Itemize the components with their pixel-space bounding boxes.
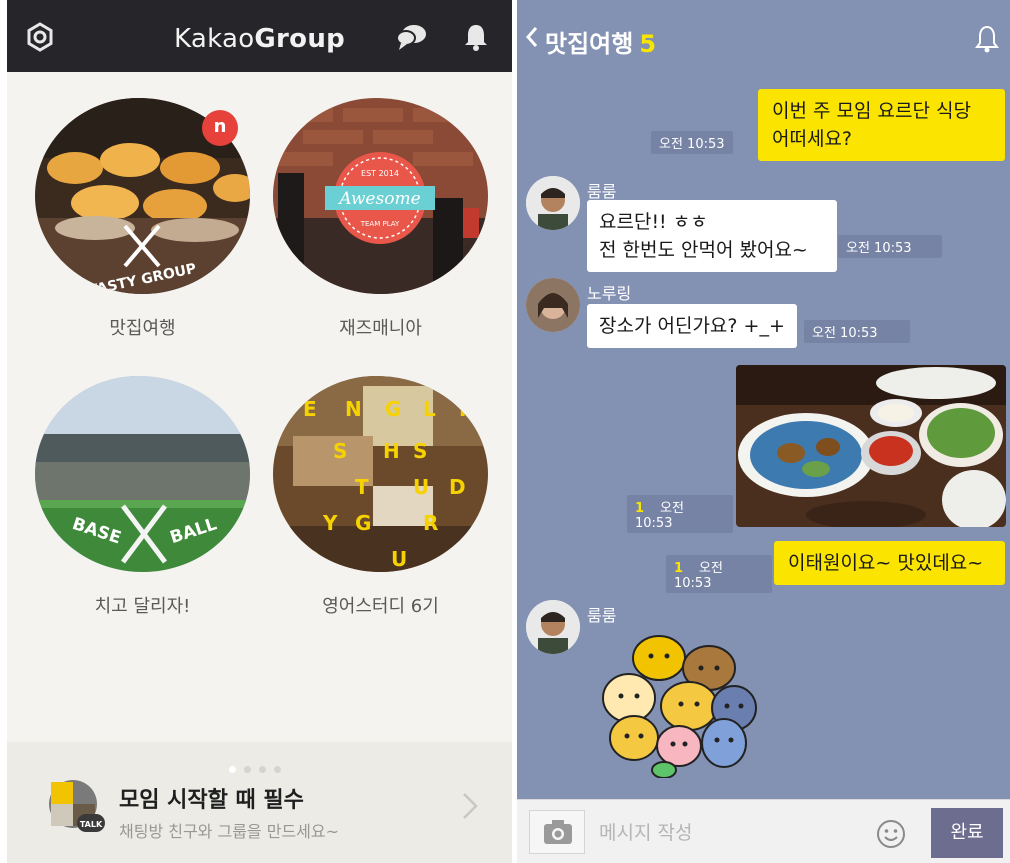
chat-header: 맛집여행 5 <box>517 0 1010 76</box>
emoji-icon[interactable] <box>875 818 907 850</box>
svg-text:EST 2014: EST 2014 <box>361 169 399 178</box>
message-time: 1 오전 10:53 <box>627 495 733 533</box>
chat-room-screen: 맛집여행 5 오전 10:53 이번 주 모임 요르단 식당 어떠세요? 룸룸 요… <box>517 0 1010 863</box>
sender-name: 룸룸 <box>587 606 617 625</box>
unread-count: 1 <box>635 501 645 516</box>
cover-letter: O <box>303 547 320 571</box>
cover-letter: D <box>449 475 466 499</box>
camera-icon <box>544 820 572 844</box>
chat-bubbles-icon[interactable] <box>395 20 429 54</box>
cover-letter: U <box>413 475 429 499</box>
group-list-screen: KakaoGroup TASTY GROUP 맛집여행 n EST 2014 A… <box>7 0 512 863</box>
group-card-english[interactable]: ENGLISHSTUDYGROUP 영어스터디 6기 <box>273 376 495 618</box>
my-message-bubble[interactable]: 이번 주 모임 요르단 식당 어떠세요? <box>758 89 1005 161</box>
cover-letter: G <box>385 397 401 421</box>
sender-name: 노루링 <box>587 284 632 303</box>
new-badge: n <box>202 110 238 146</box>
cover-letter: G <box>355 511 371 535</box>
back-arrow-icon[interactable] <box>523 24 541 50</box>
sender-name: 룸룸 <box>587 182 617 201</box>
cover-letter: S <box>413 439 427 463</box>
chat-title: 맛집여행 5 <box>545 30 657 58</box>
cover-letter: L <box>423 397 436 421</box>
chevron-right-icon[interactable] <box>459 790 481 822</box>
message-time: 오전 10:53 <box>838 235 942 258</box>
group-cover-image: ENGLISHSTUDYGROUP <box>273 376 488 572</box>
message-input[interactable] <box>599 818 849 848</box>
cover-letter: E <box>303 397 317 421</box>
group-label: 재즈매니아 <box>339 318 422 339</box>
sticker-image[interactable] <box>589 628 759 778</box>
avatar[interactable] <box>526 600 580 654</box>
app-header: KakaoGroup <box>7 0 512 72</box>
message-time: 오전 10:53 <box>804 320 910 343</box>
cover-letter: I <box>459 397 466 421</box>
member-count: 5 <box>639 30 657 58</box>
group-label: 맛집여행 <box>109 318 176 339</box>
cover-letter: Y <box>322 511 338 535</box>
bell-icon[interactable] <box>973 24 1001 54</box>
group-cover-image: BASE BALL <box>35 376 250 572</box>
app-title: KakaoGroup <box>173 24 346 54</box>
group-cover-image: EST 2014 Awesome TEAM PLAY <box>273 98 488 294</box>
message-input-bar: 완료 <box>517 799 1010 863</box>
cover-letter: H <box>383 439 400 463</box>
group-card-jazz[interactable]: EST 2014 Awesome TEAM PLAY 재즈매니아 <box>273 98 495 340</box>
message-time: 1 오전 10:53 <box>666 555 772 593</box>
page-indicator <box>229 758 289 777</box>
cover-letter: T <box>355 475 369 499</box>
group-card-baseball[interactable]: BASE BALL 치고 달리자! <box>35 376 257 618</box>
unread-count: 1 <box>674 561 684 576</box>
send-button[interactable]: 완료 <box>931 808 1003 858</box>
avatar[interactable] <box>526 278 580 332</box>
cover-letter: S <box>333 439 347 463</box>
cover-letter: R <box>423 511 438 535</box>
cover-letter: U <box>391 547 407 571</box>
my-message-bubble[interactable]: 이태원이요~ 맛있데요~ <box>774 541 1005 585</box>
group-talk-icon: TALK <box>49 780 105 832</box>
cover-letter: N <box>345 397 362 421</box>
banner-subtitle: 채팅방 친구와 그룹을 만드세요~ <box>119 822 340 841</box>
avatar[interactable] <box>526 176 580 230</box>
cover-letter: P <box>449 547 464 571</box>
banner-title: 모임 시작할 때 필수 <box>119 788 304 813</box>
group-label: 영어스터디 6기 <box>322 596 439 617</box>
bell-icon[interactable] <box>459 20 493 54</box>
friend-message-bubble[interactable]: 요르단!! ㅎㅎ 전 한번도 안먹어 봤어요~ <box>587 200 837 272</box>
group-label: 치고 달리자! <box>94 596 191 617</box>
group-grid: TASTY GROUP 맛집여행 n EST 2014 Awesome TEAM… <box>7 72 512 742</box>
shared-photo[interactable] <box>736 365 1006 527</box>
camera-button[interactable] <box>529 810 585 854</box>
svg-text:Awesome: Awesome <box>337 189 420 209</box>
svg-text:TALK: TALK <box>80 820 103 829</box>
promo-banner[interactable]: TALK 모임 시작할 때 필수 채팅방 친구와 그룹을 만드세요~ <box>7 742 512 863</box>
svg-text:TEAM PLAY: TEAM PLAY <box>360 220 400 228</box>
friend-message-bubble[interactable]: 장소가 어딘가요? +_+ <box>587 304 797 348</box>
message-time: 오전 10:53 <box>651 131 733 154</box>
